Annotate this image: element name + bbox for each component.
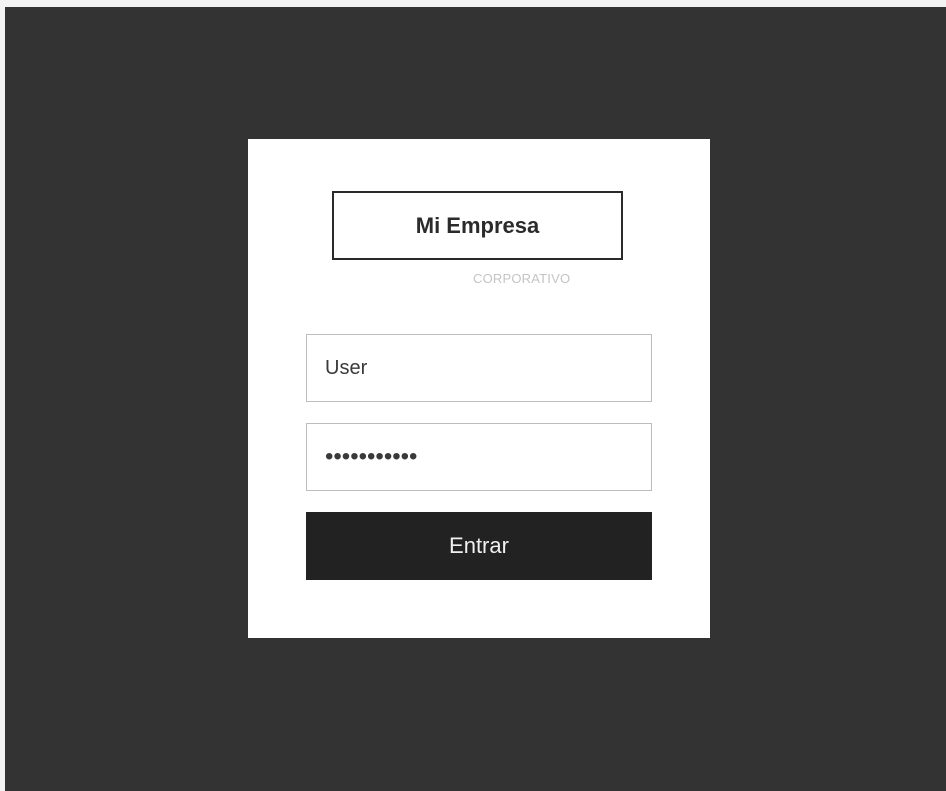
company-logo: Mi Empresa: [332, 191, 623, 260]
username-input[interactable]: [325, 335, 651, 401]
login-card: Mi Empresa CORPORATIVO Entrar: [248, 139, 710, 638]
company-subtitle: CORPORATIVO: [473, 271, 571, 286]
page-background: Mi Empresa CORPORATIVO Entrar: [5, 7, 946, 791]
login-button[interactable]: Entrar: [306, 512, 652, 580]
password-field-container: [306, 423, 652, 491]
username-field-container: [306, 334, 652, 402]
company-name: Mi Empresa: [415, 212, 540, 238]
password-input[interactable]: [325, 424, 651, 490]
